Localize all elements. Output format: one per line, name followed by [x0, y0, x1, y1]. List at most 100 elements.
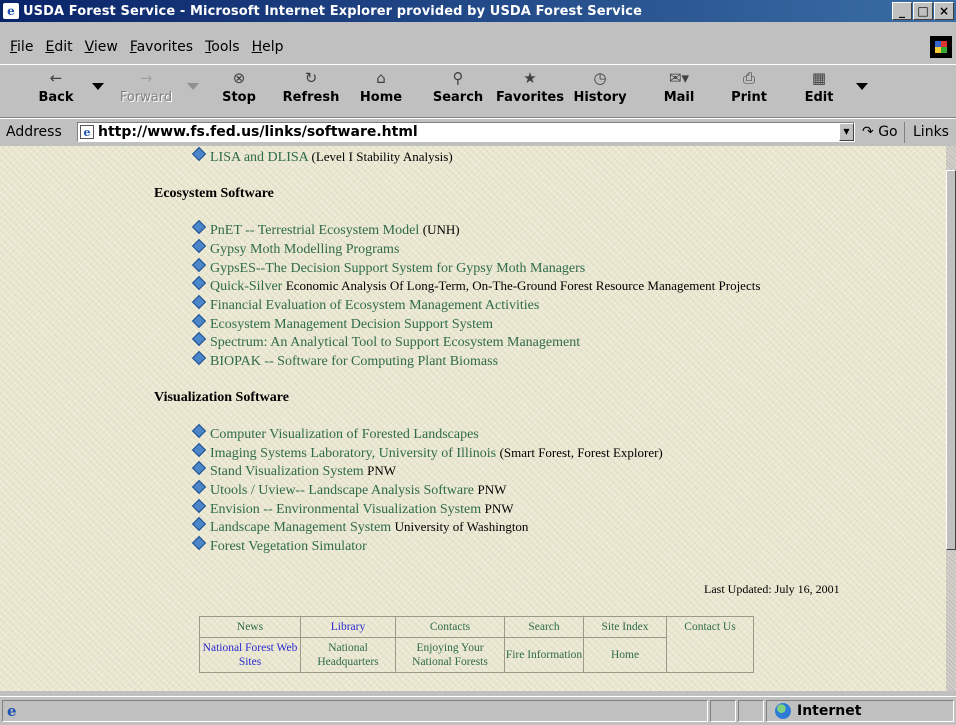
item-link[interactable]: Landscape Management System [210, 520, 391, 535]
address-url[interactable]: http://www.fs.fed.us/links/software.html [98, 124, 418, 140]
close-button[interactable]: × [934, 2, 954, 20]
status-pane [738, 700, 764, 722]
history-icon: ◷ [593, 69, 607, 87]
edit-document-icon: ▦ [811, 69, 827, 87]
go-button[interactable]: ↷ Go [862, 124, 898, 140]
item-link[interactable]: LISA and DLISA [210, 150, 308, 165]
address-input[interactable]: e http://www.fs.fed.us/links/software.ht… [77, 122, 855, 142]
list-item: Financial Evaluation of Ecosystem Manage… [191, 294, 539, 314]
list-item: BIOPAK -- Software for Computing Plant B… [191, 350, 498, 370]
stop-icon: ⊗ [232, 69, 246, 87]
nav-site-index[interactable]: Site Index [583, 616, 667, 638]
item-link[interactable]: Quick-Silver [210, 279, 282, 294]
item-link[interactable]: Financial Evaluation of Ecosystem Manage… [210, 298, 539, 313]
item-link[interactable]: PnET -- Terrestrial Ecosystem Model [210, 223, 419, 238]
item-link[interactable]: Stand Visualization System [210, 464, 364, 479]
forward-button[interactable]: → Forward [114, 69, 178, 105]
item-note: (Level I Stability Analysis) [311, 149, 453, 164]
vertical-scrollbar[interactable] [946, 146, 956, 691]
list-item: Ecosystem Management Decision Support Sy… [191, 313, 493, 333]
list-item: LISA and DLISA (Level I Stability Analys… [191, 146, 453, 166]
bullet-diamond-icon [191, 535, 207, 551]
item-link[interactable]: Spectrum: An Analytical Tool to Support … [210, 335, 580, 350]
list-item: Forest Vegetation Simulator [191, 535, 367, 555]
nav-enjoying-your-national-forests[interactable]: Enjoying Your National Forests [395, 637, 505, 673]
item-note: Economic Analysis Of Long-Term, On-The-G… [285, 278, 761, 293]
section-heading-ecosystem: Ecosystem Software [154, 186, 274, 201]
nav-contacts[interactable]: Contacts [395, 616, 505, 638]
item-link[interactable]: BIOPAK -- Software for Computing Plant B… [210, 354, 498, 369]
nav-news[interactable]: News [199, 616, 301, 638]
forward-dropdown-icon[interactable] [187, 83, 199, 90]
bullet-diamond-icon [191, 350, 207, 366]
item-note: PNW [477, 482, 507, 497]
status-text-pane: e [2, 700, 708, 722]
scrollbar-thumb[interactable] [946, 170, 956, 550]
item-link[interactable]: Utools / Uview-- Landscape Analysis Soft… [210, 483, 474, 498]
print-button[interactable]: ⎙ Print [729, 69, 769, 105]
bullet-diamond-icon [191, 219, 207, 235]
bullet-diamond-icon [191, 423, 207, 439]
search-button[interactable]: ⚲ Search [432, 69, 484, 105]
maximize-button[interactable]: □ [913, 2, 933, 20]
nav-search[interactable]: Search [504, 616, 584, 638]
links-button[interactable]: Links [904, 122, 954, 143]
home-button[interactable]: ⌂ Home [359, 69, 403, 105]
menu-tools[interactable]: Tools [205, 39, 240, 55]
globe-icon [775, 703, 791, 719]
address-label: Address [6, 124, 62, 140]
bullet-diamond-icon [191, 313, 207, 329]
nav-home[interactable]: Home [583, 637, 667, 673]
ie-icon[interactable]: e [3, 3, 19, 19]
menu-file[interactable]: File [10, 39, 33, 55]
bullet-diamond-icon [191, 498, 207, 514]
menu-view[interactable]: View [85, 39, 118, 55]
item-note: University of Washington [394, 519, 529, 534]
nav-national-forest-web-sites[interactable]: National Forest Web Sites [199, 637, 301, 673]
item-link[interactable]: Imaging Systems Laboratory, University o… [210, 446, 496, 461]
bullet-diamond-icon [191, 479, 207, 495]
item-link[interactable]: Envision -- Environmental Visualization … [210, 502, 481, 517]
menu-favorites[interactable]: Favorites [130, 39, 193, 55]
item-link[interactable]: Computer Visualization of Forested Lands… [210, 427, 479, 442]
menu-help[interactable]: Help [252, 39, 284, 55]
bullet-diamond-icon [191, 238, 207, 254]
item-link[interactable]: Gypsy Moth Modelling Programs [210, 242, 399, 257]
ie-page-icon: e [7, 702, 17, 720]
edit-button[interactable]: ▦ Edit [802, 69, 836, 105]
item-link[interactable]: Forest Vegetation Simulator [210, 539, 367, 554]
mail-button[interactable]: ✉▾ Mail [660, 69, 698, 105]
back-button[interactable]: ← Back [36, 69, 76, 105]
list-item: Gypsy Moth Modelling Programs [191, 238, 399, 258]
nav-fire-information[interactable]: Fire Information [504, 637, 584, 673]
nav-library[interactable]: Library [300, 616, 396, 638]
list-item: Imaging Systems Laboratory, University o… [191, 442, 663, 462]
page-content: LISA and DLISA (Level I Stability Analys… [0, 146, 946, 691]
stop-button[interactable]: ⊗ Stop [219, 69, 259, 105]
title-bar: e USDA Forest Service - Microsoft Intern… [0, 0, 956, 22]
bullet-diamond-icon [191, 275, 207, 291]
back-dropdown-icon[interactable] [92, 83, 104, 90]
bullet-diamond-icon [191, 331, 207, 347]
list-item: Computer Visualization of Forested Lands… [191, 423, 479, 443]
refresh-button[interactable]: ↻ Refresh [280, 69, 342, 105]
status-pane [710, 700, 736, 722]
address-bar: Address e http://www.fs.fed.us/links/sof… [0, 118, 956, 145]
item-link[interactable]: GypsES--The Decision Support System for … [210, 261, 585, 276]
list-item: GypsES--The Decision Support System for … [191, 257, 585, 277]
window-title: USDA Forest Service - Microsoft Internet… [23, 3, 643, 19]
favorites-icon: ★ [523, 69, 537, 87]
bullet-diamond-icon [191, 460, 207, 476]
nav-contact-us[interactable]: Contact Us [666, 616, 754, 673]
item-link[interactable]: Ecosystem Management Decision Support Sy… [210, 317, 493, 332]
list-item: Utools / Uview-- Landscape Analysis Soft… [191, 479, 507, 499]
address-dropdown-icon[interactable]: ▼ [839, 123, 854, 141]
menu-edit[interactable]: Edit [45, 39, 72, 55]
edit-dropdown-icon[interactable] [856, 83, 868, 90]
list-item: Quick-Silver Economic Analysis Of Long-T… [191, 275, 761, 295]
history-button[interactable]: ◷ History [572, 69, 628, 105]
security-zone: Internet [766, 700, 954, 722]
nav-national-headquarters[interactable]: National Headquarters [300, 637, 396, 673]
minimize-button[interactable]: _ [892, 2, 912, 20]
favorites-button[interactable]: ★ Favorites [494, 69, 566, 105]
